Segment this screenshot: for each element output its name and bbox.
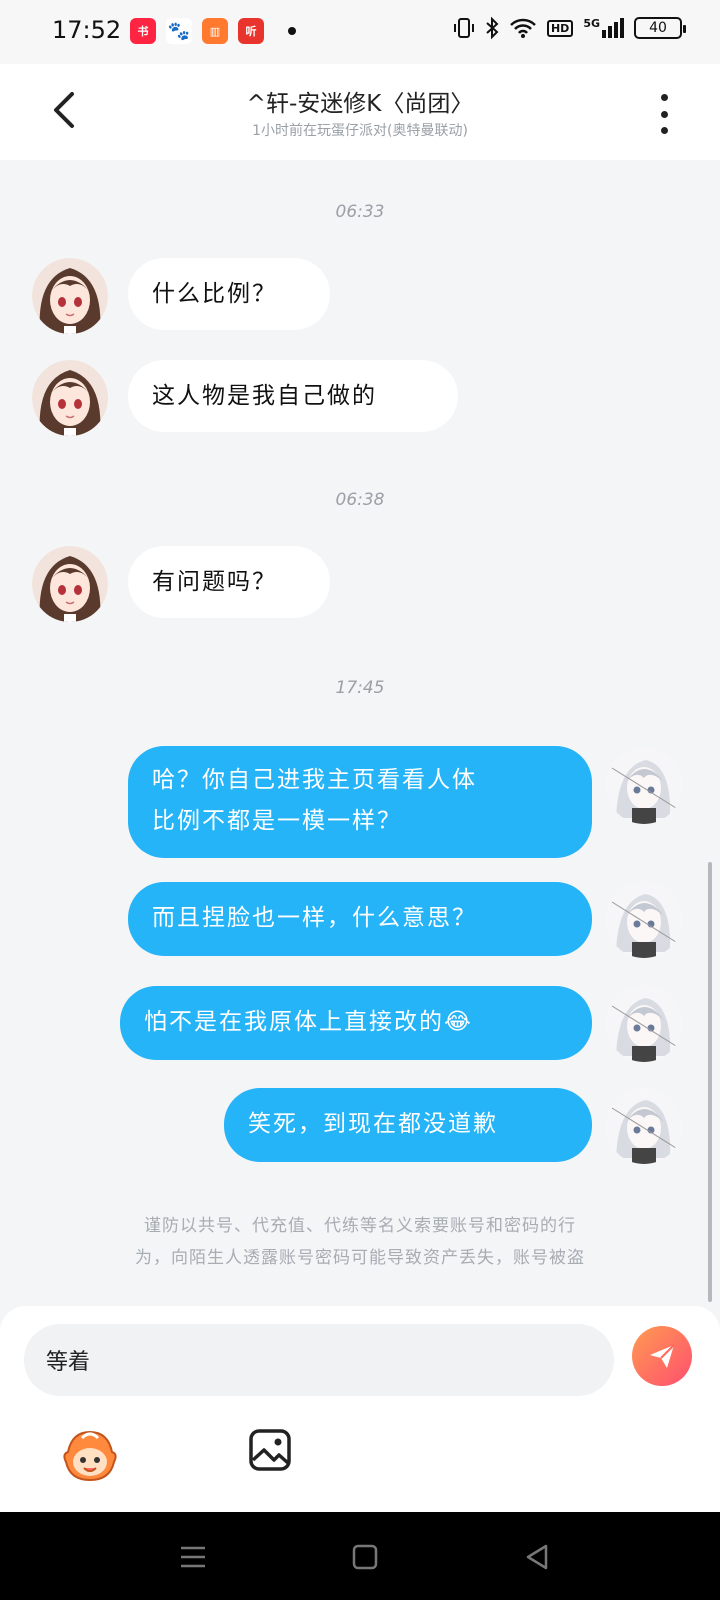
network-type: 5G (583, 17, 600, 30)
send-button[interactable] (632, 1326, 692, 1386)
status-time: 17:52 (52, 16, 122, 44)
more-options-icon[interactable] (654, 94, 674, 134)
my-avatar[interactable] (606, 986, 682, 1062)
message-line: 哈？你自己进我主页看看人体 (152, 767, 477, 793)
timestamp: 06:38 (335, 490, 385, 510)
notice-line: 为，向陌生人透露账号密码可能导致资产丢失，账号被盗 (135, 1248, 585, 1268)
timestamp: 17:45 (335, 678, 385, 698)
baidu-icon: 🐾 (166, 18, 192, 44)
contact-avatar[interactable] (32, 360, 108, 436)
my-avatar[interactable] (606, 748, 682, 824)
status-bar: 17:52 书 🐾 ▥ 听 HD 5G 40 (0, 0, 720, 64)
signal-icon: 5G (583, 17, 624, 38)
contact-name: ^轩-安迷修K〈尚团〉 (246, 91, 474, 117)
paper-plane-icon (650, 1344, 675, 1368)
battery-icon: 40 (634, 17, 686, 39)
more-notifications-dot (288, 27, 296, 35)
home-icon[interactable] (350, 1542, 380, 1572)
battery-level: 40 (649, 20, 667, 36)
menu-icon[interactable] (178, 1542, 208, 1572)
message-bubble-outgoing[interactable]: 而且捏脸也一样，什么意思？ (128, 882, 592, 956)
chat-scrollbar[interactable] (708, 862, 712, 1302)
image-picker-icon[interactable] (248, 1428, 292, 1472)
contact-avatar[interactable] (32, 546, 108, 622)
my-avatar[interactable] (606, 1088, 682, 1164)
message-bubble-outgoing[interactable]: 哈？你自己进我主页看看人体 比例不都是一模一样？ (128, 746, 592, 858)
timestamp: 06:33 (335, 202, 385, 222)
wifi-icon (510, 18, 536, 38)
message-input[interactable] (24, 1324, 614, 1396)
contact-status: 1小时前在玩蛋仔派对(奥特曼联动) (252, 123, 468, 139)
notification-icons: 书 🐾 ▥ 听 (130, 18, 296, 44)
message-bubble-outgoing[interactable]: 怕不是在我原体上直接改的😂 (120, 986, 592, 1060)
chat-header: ^轩-安迷修K〈尚团〉 1小时前在玩蛋仔派对(奥特曼联动) (0, 64, 720, 160)
notice-line: 谨防以共号、代充值、代练等名义索要账号和密码的行 (144, 1216, 576, 1236)
books-icon: ▥ (202, 18, 228, 44)
message-bubble-outgoing[interactable]: 笑死，到现在都没道歉 (224, 1088, 592, 1162)
security-notice: 谨防以共号、代充值、代练等名义索要账号和密码的行 为，向陌生人透露账号密码可能导… (60, 1210, 660, 1274)
vibrate-icon (453, 18, 474, 38)
message-line: 比例不都是一模一样？ (152, 808, 402, 834)
contact-avatar[interactable] (32, 258, 108, 334)
message-composer (0, 1306, 720, 1512)
message-bubble-incoming[interactable]: 有问题吗？ (128, 546, 330, 618)
my-avatar[interactable] (606, 882, 682, 958)
hd-badge: HD (546, 19, 574, 37)
emoji-sticker-icon[interactable] (62, 1428, 118, 1484)
message-bubble-incoming[interactable]: 什么比例？ (128, 258, 330, 330)
system-navigation-bar (0, 1512, 720, 1600)
bluetooth-icon (486, 16, 499, 40)
listen-icon: 听 (238, 18, 264, 44)
system-status: HD 5G 40 (453, 16, 686, 40)
xiaohongshu-icon: 书 (130, 18, 156, 44)
back-icon[interactable] (522, 1542, 552, 1572)
message-bubble-incoming[interactable]: 这人物是我自己做的 (128, 360, 458, 432)
